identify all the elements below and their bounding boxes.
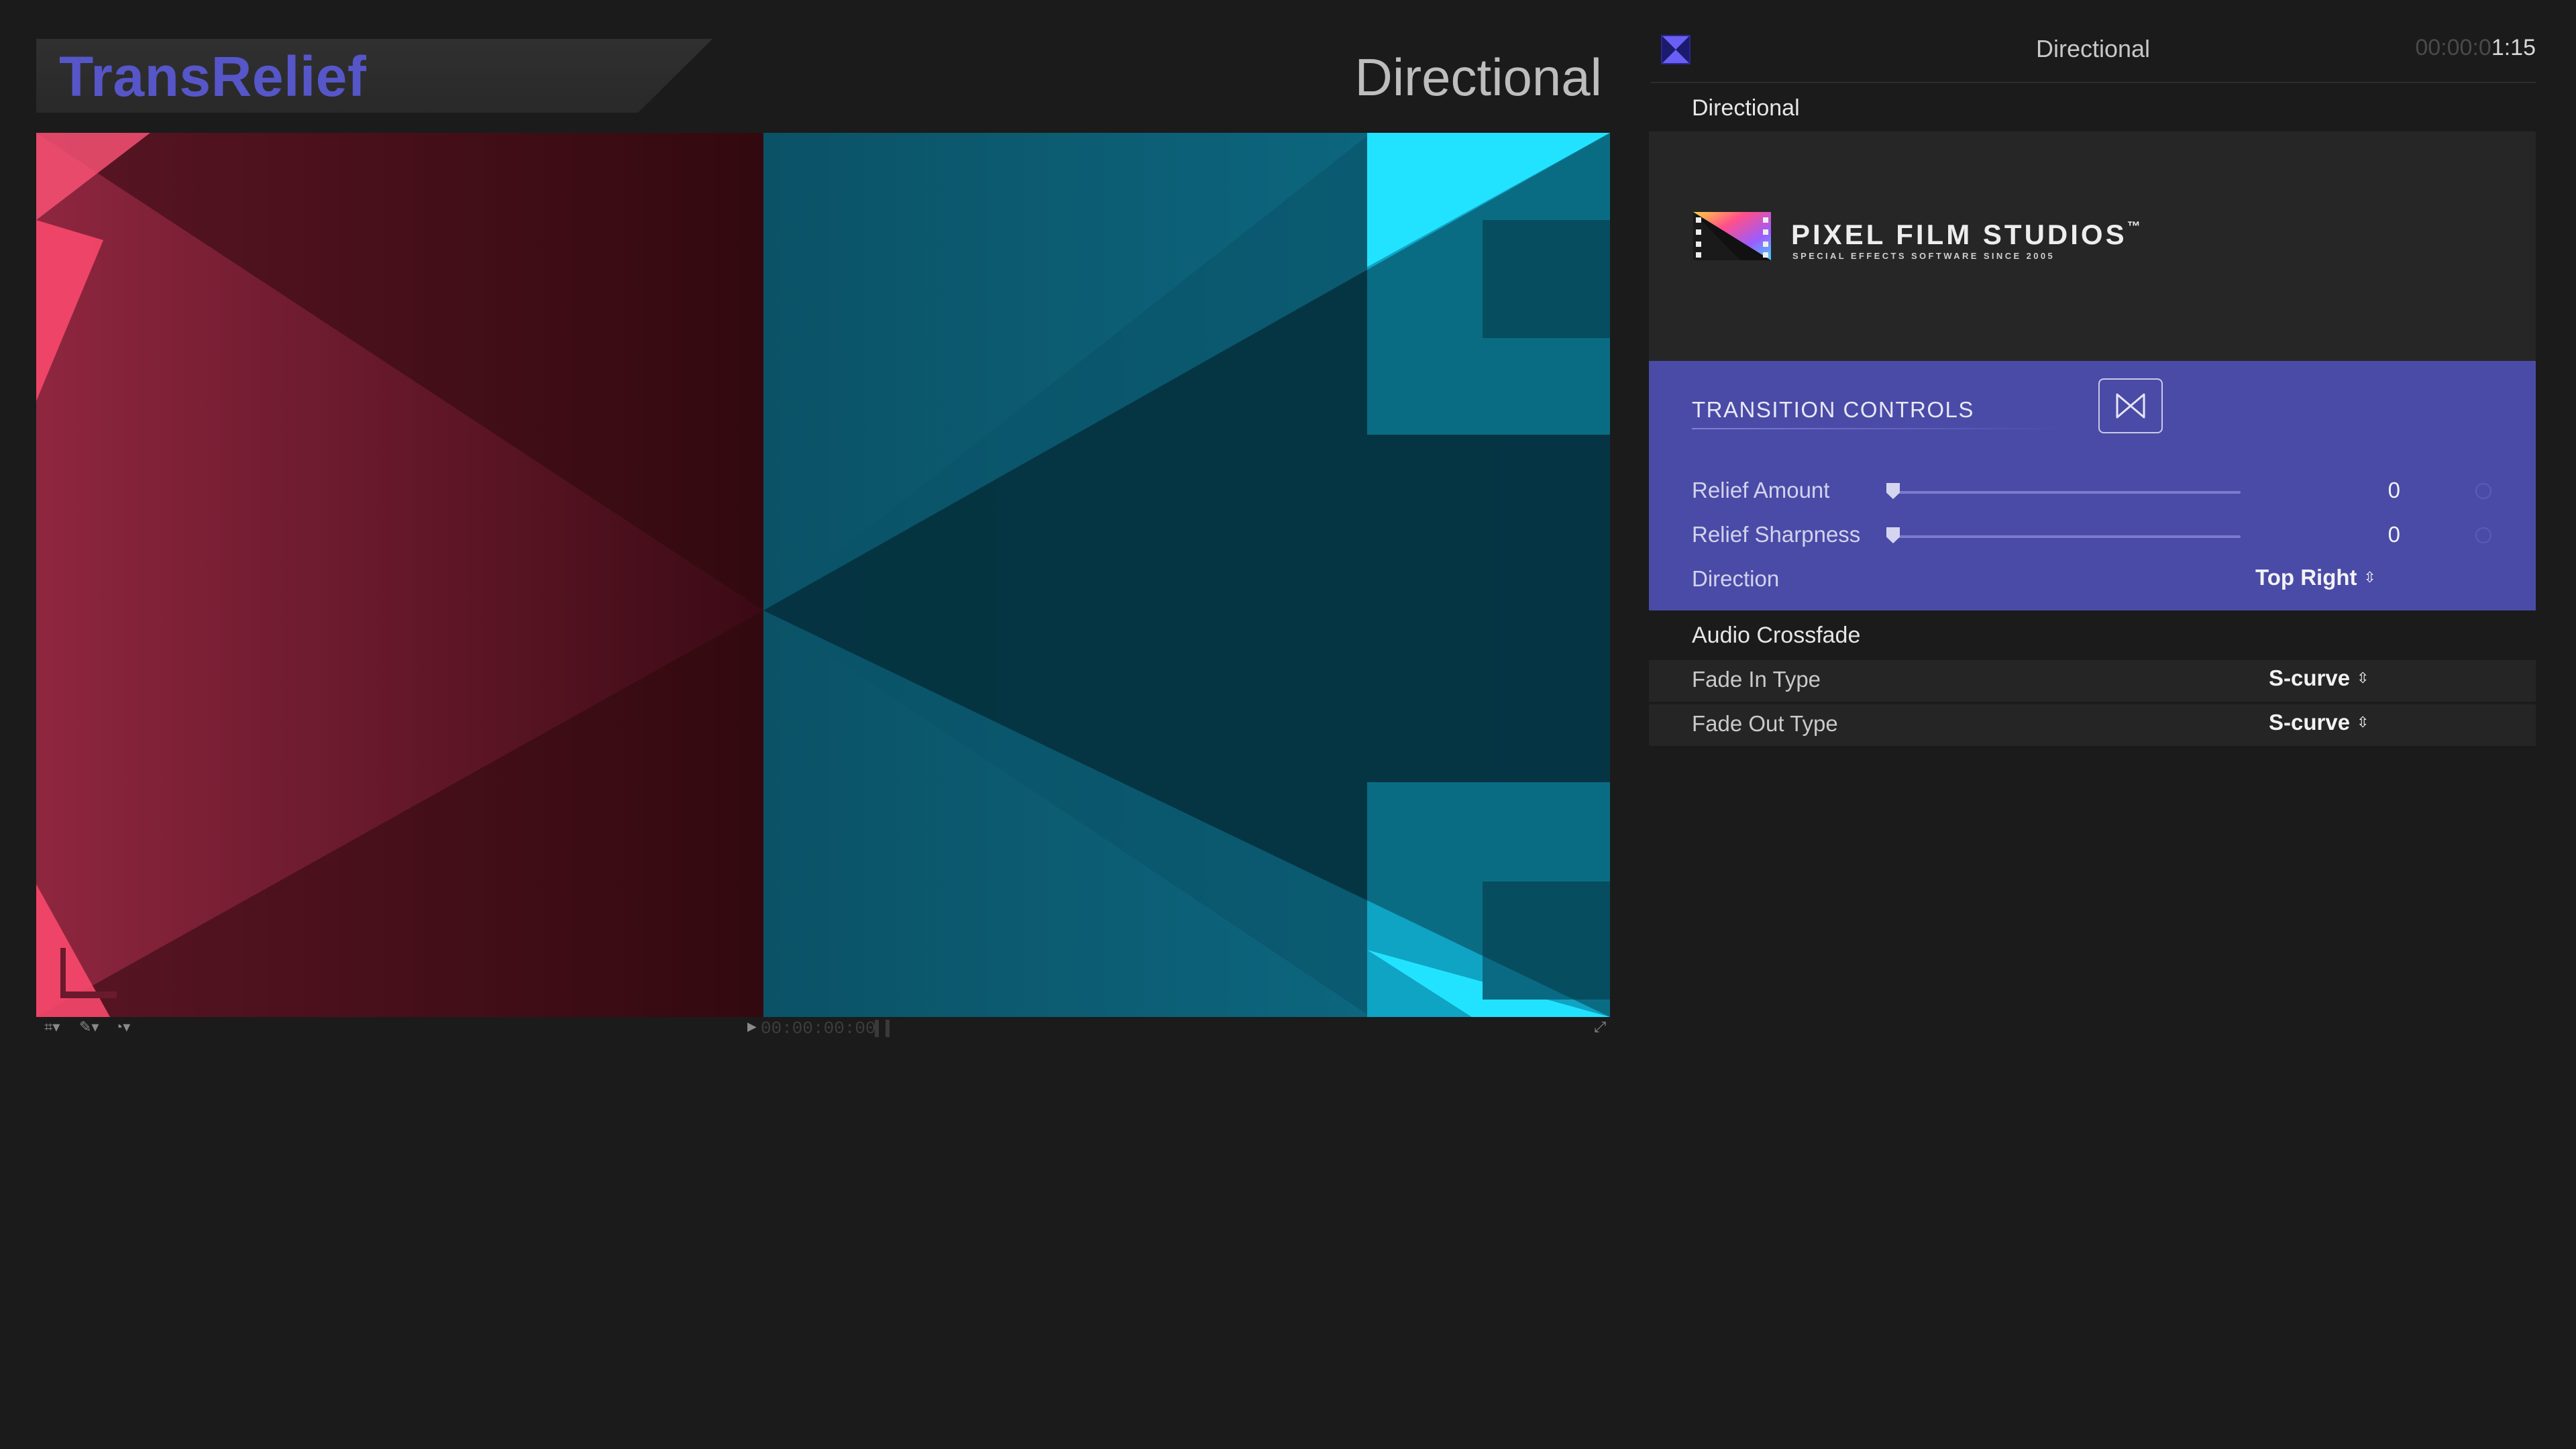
popup-chevron-icon: ⇳ <box>2357 714 2369 731</box>
relief-amount-keyframe-icon[interactable] <box>2475 483 2491 499</box>
title-underline <box>1692 428 2065 429</box>
relief-sharpness-slider[interactable] <box>1892 535 2241 538</box>
crop-tool-icon[interactable]: ⌗▾ <box>44 1018 60 1036</box>
direction-popup[interactable]: Top Right ⇳ <box>2255 565 2376 590</box>
transition-controls-panel: TRANSITION CONTROLS Relief Amount 0 Reli… <box>1649 361 2536 610</box>
duration-dim: 00:00:0 <box>2415 35 2491 60</box>
effect-title: Directional <box>1354 48 1602 107</box>
inspector-header: Directional 00:00:01:15 <box>1650 27 2536 83</box>
logo-name: PIXEL FILM STUDIOS <box>1791 219 2127 250</box>
section-title: Directional <box>1692 95 1800 121</box>
fade-out-popup[interactable]: S-curve ⇳ <box>2269 710 2369 735</box>
logo-panel: PIXEL FILM STUDIOS™ SPECIAL EFFECTS SOFT… <box>1649 131 2536 361</box>
relief-amount-knob[interactable] <box>1886 483 1900 499</box>
transition-button[interactable] <box>2098 378 2163 433</box>
header-divider <box>1650 82 2536 83</box>
inspector-title: Directional <box>2035 35 2151 62</box>
play-icon[interactable]: ▶ <box>747 1020 757 1034</box>
logo-tagline: SPECIAL EFFECTS SOFTWARE SINCE 2005 <box>1792 251 2055 261</box>
bowtie-icon <box>2116 393 2145 419</box>
fade-in-value: S-curve <box>2269 665 2351 690</box>
relief-sharpness-row: Relief Sharpness 0 <box>1649 515 2536 555</box>
film-logo-icon <box>1693 212 1771 260</box>
fade-in-label: Fade In Type <box>1692 667 1821 692</box>
direction-value: Top Right <box>2255 565 2357 590</box>
viewer-timecode: 00:00:00:00 <box>761 1018 876 1038</box>
fade-out-label: Fade Out Type <box>1692 711 1838 736</box>
relief-amount-row: Relief Amount 0 <box>1649 471 2536 511</box>
video-viewer[interactable] <box>36 133 1610 1017</box>
relief-sharpness-keyframe-icon[interactable] <box>2475 527 2491 543</box>
relief-amount-value[interactable]: 0 <box>2266 478 2400 503</box>
relief-sharpness-label: Relief Sharpness <box>1692 522 1861 547</box>
pause-icon[interactable] <box>875 1020 890 1037</box>
inspector-duration: 00:00:01:15 <box>2415 35 2536 61</box>
fade-out-value: S-curve <box>2269 710 2351 735</box>
transition-controls-title: TRANSITION CONTROLS <box>1692 397 1974 422</box>
popup-chevron-icon: ⇳ <box>2357 669 2369 686</box>
transform-tool-icon[interactable]: ✎▾ <box>79 1018 99 1036</box>
speed-tool-icon[interactable]: ◔▾ <box>114 1018 130 1036</box>
relief-amount-slider[interactable] <box>1892 491 2241 494</box>
fade-in-row: Fade In Type S-curve ⇳ <box>1649 660 2536 702</box>
direction-row: Direction Top Right ⇳ <box>1649 559 2536 600</box>
logo-trademark: ™ <box>2127 219 2143 234</box>
viewer-toolbar: ⌗▾ ✎▾ ◔▾ ▶ 00:00:00:00 ⤢ <box>36 1018 1610 1041</box>
app-title: TransRelief <box>59 45 367 108</box>
fade-out-row: Fade Out Type S-curve ⇳ <box>1649 704 2536 746</box>
relief-amount-label: Relief Amount <box>1692 478 1830 502</box>
logo-wordmark: PIXEL FILM STUDIOS™ <box>1791 219 2143 251</box>
direction-label: Direction <box>1692 566 1780 591</box>
fade-in-popup[interactable]: S-curve ⇳ <box>2269 665 2369 691</box>
relief-sharpness-knob[interactable] <box>1886 527 1900 543</box>
preview-frame <box>36 133 1610 1017</box>
audio-crossfade-title: Audio Crossfade <box>1692 623 1861 648</box>
popup-chevron-icon: ⇳ <box>2363 569 2376 586</box>
relief-sharpness-value[interactable]: 0 <box>2266 522 2400 547</box>
fullscreen-icon[interactable]: ⤢ <box>1594 1018 1606 1036</box>
duration-value: 1:15 <box>2491 35 2536 60</box>
